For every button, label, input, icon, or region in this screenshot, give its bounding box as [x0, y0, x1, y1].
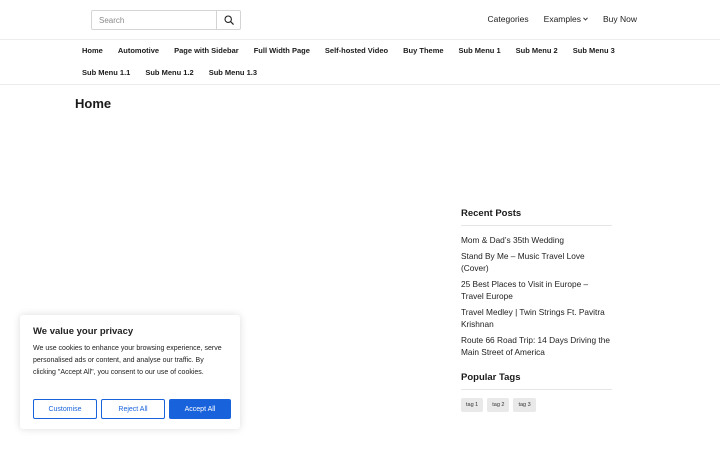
nav-item-sub-menu-1-2[interactable]: Sub Menu 1.2 — [145, 68, 193, 77]
sidebar: Recent Posts Mom & Dad’s 35th Wedding St… — [461, 208, 612, 412]
recent-post-link[interactable]: Stand By Me – Music Travel Love (Cover) — [461, 250, 612, 274]
recent-posts-title: Recent Posts — [461, 208, 612, 226]
accept-all-button[interactable]: Accept All — [169, 399, 231, 419]
cookie-consent-banner: We value your privacy We use cookies to … — [20, 315, 240, 429]
top-links: Categories Examples Buy Now — [488, 14, 637, 24]
customise-button[interactable]: Customise — [33, 399, 97, 419]
nav-item-sub-menu-1[interactable]: Sub Menu 1 — [459, 46, 501, 55]
site-header: Categories Examples Buy Now — [0, 0, 720, 40]
nav-item-sub-menu-2[interactable]: Sub Menu 2 — [516, 46, 558, 55]
nav-row-secondary: Sub Menu 1.1 Sub Menu 1.2 Sub Menu 1.3 — [82, 68, 257, 77]
recent-post-link[interactable]: Travel Medley | Twin Strings Ft. Pavitra… — [461, 306, 612, 330]
nav-item-self-hosted-video[interactable]: Self-hosted Video — [325, 46, 388, 55]
nav-item-sub-menu-1-1[interactable]: Sub Menu 1.1 — [82, 68, 130, 77]
categories-link[interactable]: Categories — [488, 14, 529, 24]
examples-menu[interactable]: Examples — [544, 14, 588, 24]
recent-post-link[interactable]: Route 66 Road Trip: 14 Days Driving the … — [461, 334, 612, 358]
tag-cloud: tag 1 tag 2 tag 3 — [461, 398, 612, 412]
reject-all-button[interactable]: Reject All — [101, 399, 165, 419]
chevron-down-icon — [583, 17, 588, 21]
tag-link[interactable]: tag 1 — [461, 398, 484, 412]
cookie-text: We use cookies to enhance your browsing … — [33, 345, 222, 376]
main-nav: Home Automotive Page with Sidebar Full W… — [0, 40, 720, 85]
nav-item-home[interactable]: Home — [82, 46, 103, 55]
recent-post-link[interactable]: Mom & Dad’s 35th Wedding — [461, 234, 612, 246]
cookie-title: We value your privacy — [33, 326, 134, 337]
tag-link[interactable]: tag 3 — [513, 398, 536, 412]
nav-item-automotive[interactable]: Automotive — [118, 46, 159, 55]
recent-post-link[interactable]: 25 Best Places to Visit in Europe – Trav… — [461, 278, 612, 302]
search-button[interactable] — [216, 11, 240, 29]
examples-label: Examples — [543, 14, 581, 24]
buy-now-link[interactable]: Buy Now — [603, 14, 637, 24]
nav-item-sub-menu-1-3[interactable]: Sub Menu 1.3 — [209, 68, 257, 77]
nav-item-buy-theme[interactable]: Buy Theme — [403, 46, 443, 55]
page: Categories Examples Buy Now Home Automot… — [0, 0, 720, 450]
cookie-buttons: Customise Reject All Accept All — [33, 399, 231, 419]
popular-tags-title: Popular Tags — [461, 372, 612, 390]
tag-link[interactable]: tag 2 — [487, 398, 510, 412]
page-title: Home — [75, 96, 112, 111]
nav-item-full-width-page[interactable]: Full Width Page — [254, 46, 310, 55]
recent-posts-list: Mom & Dad’s 35th Wedding Stand By Me – M… — [461, 234, 612, 358]
search-icon — [223, 15, 234, 25]
search-form — [91, 10, 241, 30]
nav-row-primary: Home Automotive Page with Sidebar Full W… — [82, 46, 615, 55]
nav-item-sub-menu-3[interactable]: Sub Menu 3 — [573, 46, 615, 55]
nav-item-page-with-sidebar[interactable]: Page with Sidebar — [174, 46, 239, 55]
search-input[interactable] — [92, 11, 216, 29]
